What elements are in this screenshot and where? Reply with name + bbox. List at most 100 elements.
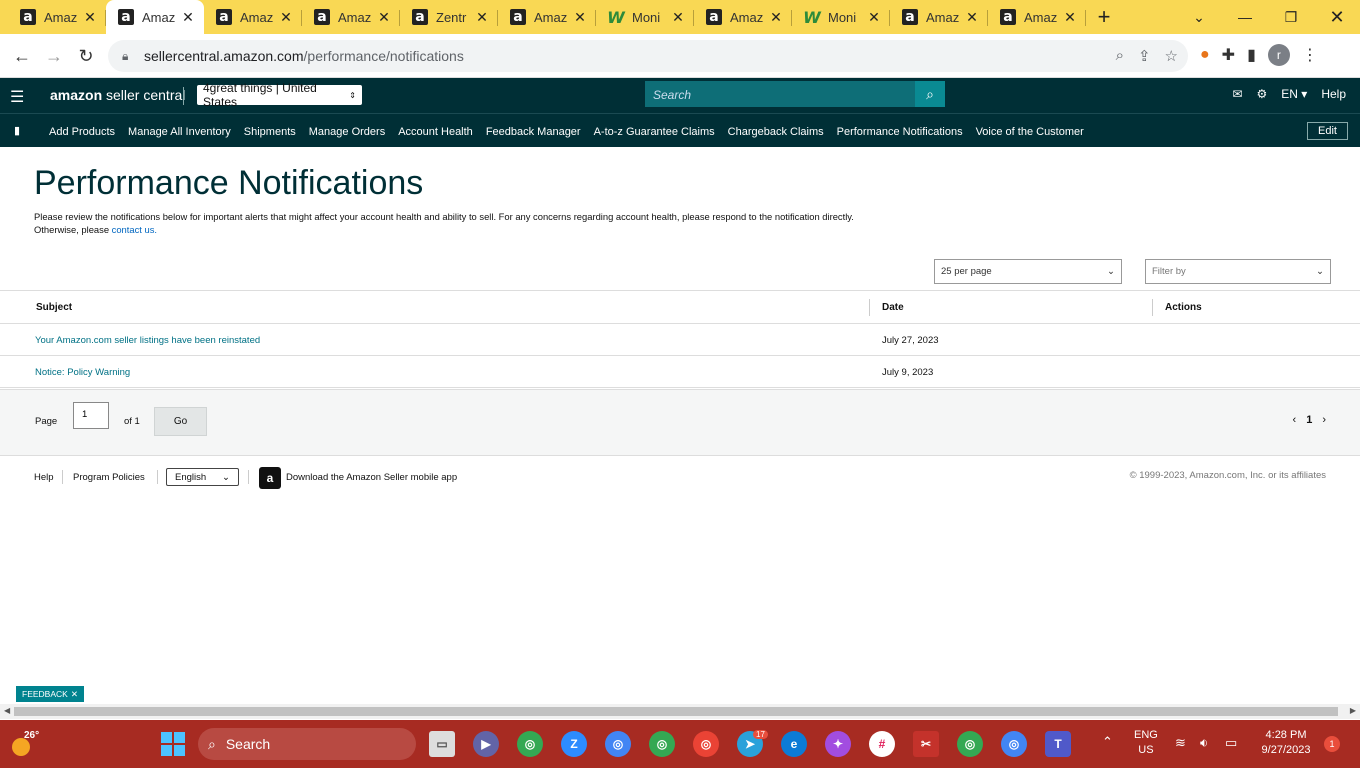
scroll-left-icon[interactable]: ◀ bbox=[4, 706, 10, 715]
tab-search-icon[interactable]: ⌄ bbox=[1176, 0, 1222, 34]
notification-subject-link[interactable]: Your Amazon.com seller listings have bee… bbox=[35, 335, 260, 346]
edit-bookmarks-button[interactable]: Edit bbox=[1307, 122, 1348, 140]
mail-icon[interactable]: ✉ bbox=[1232, 87, 1242, 101]
wifi-icon[interactable]: ≋ bbox=[1175, 735, 1186, 750]
chrome-icon[interactable]: ◎ bbox=[693, 731, 719, 757]
bookmark-item[interactable]: Voice of the Customer bbox=[976, 126, 1084, 138]
teams-icon[interactable]: T bbox=[1045, 731, 1071, 757]
amazon-app-icon[interactable]: a bbox=[259, 467, 281, 489]
browser-tab[interactable]: a Amaz ✕ bbox=[498, 0, 596, 34]
browser-tab[interactable]: a Amaz ✕ bbox=[694, 0, 792, 34]
bookmark-item[interactable]: Performance Notifications bbox=[837, 126, 963, 138]
current-page[interactable]: 1 bbox=[1306, 414, 1312, 426]
zoom-icon[interactable]: ⌕ bbox=[1116, 47, 1124, 65]
browser-tab[interactable]: a Amaz ✕ bbox=[302, 0, 400, 34]
forward-button[interactable]: → bbox=[40, 42, 68, 70]
meet-icon[interactable]: ▶ bbox=[473, 731, 499, 757]
help-link[interactable]: Help bbox=[1321, 87, 1346, 101]
share-icon[interactable]: ⇪ bbox=[1138, 47, 1151, 65]
language-indicator[interactable]: ENG US bbox=[1134, 728, 1158, 758]
puzzle-icon[interactable]: ✚ bbox=[1222, 45, 1235, 65]
header-date[interactable]: Date bbox=[882, 302, 904, 313]
browser-tab[interactable]: a Amaz ✕ bbox=[8, 0, 106, 34]
close-tab-icon[interactable]: ✕ bbox=[866, 9, 882, 26]
minimize-button[interactable]: — bbox=[1222, 0, 1268, 34]
close-window-button[interactable]: ✕ bbox=[1314, 0, 1360, 34]
footer-language-select[interactable]: English ⌄ bbox=[166, 468, 239, 486]
gear-icon[interactable]: ⚙ bbox=[1257, 87, 1268, 101]
slack-icon[interactable]: # bbox=[869, 731, 895, 757]
bookmark-item[interactable]: A-to-z Guarantee Claims bbox=[594, 126, 715, 138]
back-button[interactable]: ← bbox=[8, 42, 36, 70]
horizontal-scrollbar[interactable]: ◀ ▶ bbox=[0, 704, 1360, 719]
weather-widget[interactable]: 26° bbox=[10, 728, 40, 758]
reload-button[interactable]: ↻ bbox=[72, 42, 100, 70]
browser-tab[interactable]: a Zentr ✕ bbox=[400, 0, 498, 34]
hamburger-menu-icon[interactable]: ☰ bbox=[10, 87, 24, 107]
chrome-icon[interactable]: ◎ bbox=[957, 731, 983, 757]
bookmark-item[interactable]: Account Health bbox=[398, 126, 473, 138]
clock[interactable]: 4:28 PM 9/27/2023 bbox=[1255, 728, 1317, 758]
zoom-app-icon[interactable]: Z bbox=[561, 731, 587, 757]
side-panel-icon[interactable]: ▮ bbox=[1247, 45, 1256, 65]
close-tab-icon[interactable]: ✕ bbox=[474, 9, 490, 26]
browser-tab[interactable]: a Amaz ✕ bbox=[106, 0, 204, 34]
messenger-icon[interactable]: ✦ bbox=[825, 731, 851, 757]
browser-tab[interactable]: a Amaz ✕ bbox=[890, 0, 988, 34]
chrome-icon[interactable]: ◎ bbox=[649, 731, 675, 757]
scrollbar-thumb[interactable] bbox=[14, 707, 1338, 716]
close-tab-icon[interactable]: ✕ bbox=[670, 9, 686, 26]
go-button[interactable]: Go bbox=[154, 407, 207, 436]
notification-subject-link[interactable]: Notice: Policy Warning bbox=[35, 367, 130, 378]
browser-tab[interactable]: W Moni ✕ bbox=[596, 0, 694, 34]
close-tab-icon[interactable]: ✕ bbox=[278, 9, 294, 26]
chevron-up-icon[interactable]: ⌃ bbox=[1102, 734, 1113, 749]
taskbar-search[interactable]: ⌕ Search bbox=[198, 728, 416, 760]
edge-icon[interactable]: e bbox=[781, 731, 807, 757]
contact-us-link[interactable]: contact us. bbox=[112, 224, 157, 235]
header-subject[interactable]: Subject bbox=[36, 302, 72, 313]
close-icon[interactable]: ✕ bbox=[71, 689, 78, 700]
snipping-tool-icon[interactable]: ✂ bbox=[913, 731, 939, 757]
per-page-select[interactable]: 25 per page ⌄ bbox=[934, 259, 1122, 284]
footer-help-link[interactable]: Help bbox=[34, 472, 54, 483]
next-page-icon[interactable]: › bbox=[1322, 414, 1326, 426]
volume-icon[interactable]: 🔉︎ bbox=[1200, 735, 1208, 750]
battery-icon[interactable]: ▭ bbox=[1225, 735, 1237, 750]
new-tab-button[interactable]: + bbox=[1086, 0, 1122, 34]
bookmark-star-icon[interactable]: ☆ bbox=[1165, 47, 1178, 65]
bookmark-icon[interactable]: ▮ bbox=[14, 124, 20, 137]
browser-tab[interactable]: a Amaz ✕ bbox=[988, 0, 1086, 34]
bookmark-item[interactable]: Shipments bbox=[244, 126, 296, 138]
header-search-input[interactable]: Search bbox=[645, 81, 915, 107]
chrome-icon[interactable]: ◎ bbox=[1001, 731, 1027, 757]
close-tab-icon[interactable]: ✕ bbox=[572, 9, 588, 26]
bookmark-item[interactable]: Feedback Manager bbox=[486, 126, 581, 138]
close-tab-icon[interactable]: ✕ bbox=[768, 9, 784, 26]
close-tab-icon[interactable]: ✕ bbox=[180, 9, 196, 26]
close-tab-icon[interactable]: ✕ bbox=[1062, 9, 1078, 26]
menu-kebab-icon[interactable]: ⋮ bbox=[1302, 45, 1318, 65]
seller-central-logo[interactable]: amazon seller central bbox=[50, 87, 185, 103]
bookmark-item[interactable]: Add Products bbox=[49, 126, 115, 138]
language-selector[interactable]: EN ▾ bbox=[1281, 87, 1307, 101]
prev-page-icon[interactable]: ‹ bbox=[1293, 414, 1297, 426]
feedback-button[interactable]: FEEDBACK ✕ bbox=[16, 686, 84, 702]
chrome-icon[interactable]: ◎ bbox=[517, 731, 543, 757]
close-tab-icon[interactable]: ✕ bbox=[82, 9, 98, 26]
close-tab-icon[interactable]: ✕ bbox=[376, 9, 392, 26]
search-icon[interactable]: ⌕ bbox=[915, 81, 945, 107]
task-view-icon[interactable]: ▭ bbox=[429, 731, 455, 757]
bookmark-item[interactable]: Chargeback Claims bbox=[728, 126, 824, 138]
close-tab-icon[interactable]: ✕ bbox=[964, 9, 980, 26]
store-selector[interactable]: 4great things | United States ⇕ bbox=[197, 81, 362, 109]
program-policies-link[interactable]: Program Policies bbox=[73, 472, 145, 483]
url-field[interactable]: 🔒︎ sellercentral.amazon.com/performance/… bbox=[108, 40, 1188, 72]
notification-badge[interactable]: 1 bbox=[1324, 736, 1340, 752]
browser-tab[interactable]: W Moni ✕ bbox=[792, 0, 890, 34]
download-app-link[interactable]: Download the Amazon Seller mobile app bbox=[286, 472, 457, 483]
browser-tab[interactable]: a Amaz ✕ bbox=[204, 0, 302, 34]
extension-icon[interactable]: ● bbox=[1200, 46, 1210, 64]
bookmark-item[interactable]: Manage All Inventory bbox=[128, 126, 231, 138]
start-button[interactable] bbox=[161, 732, 185, 756]
